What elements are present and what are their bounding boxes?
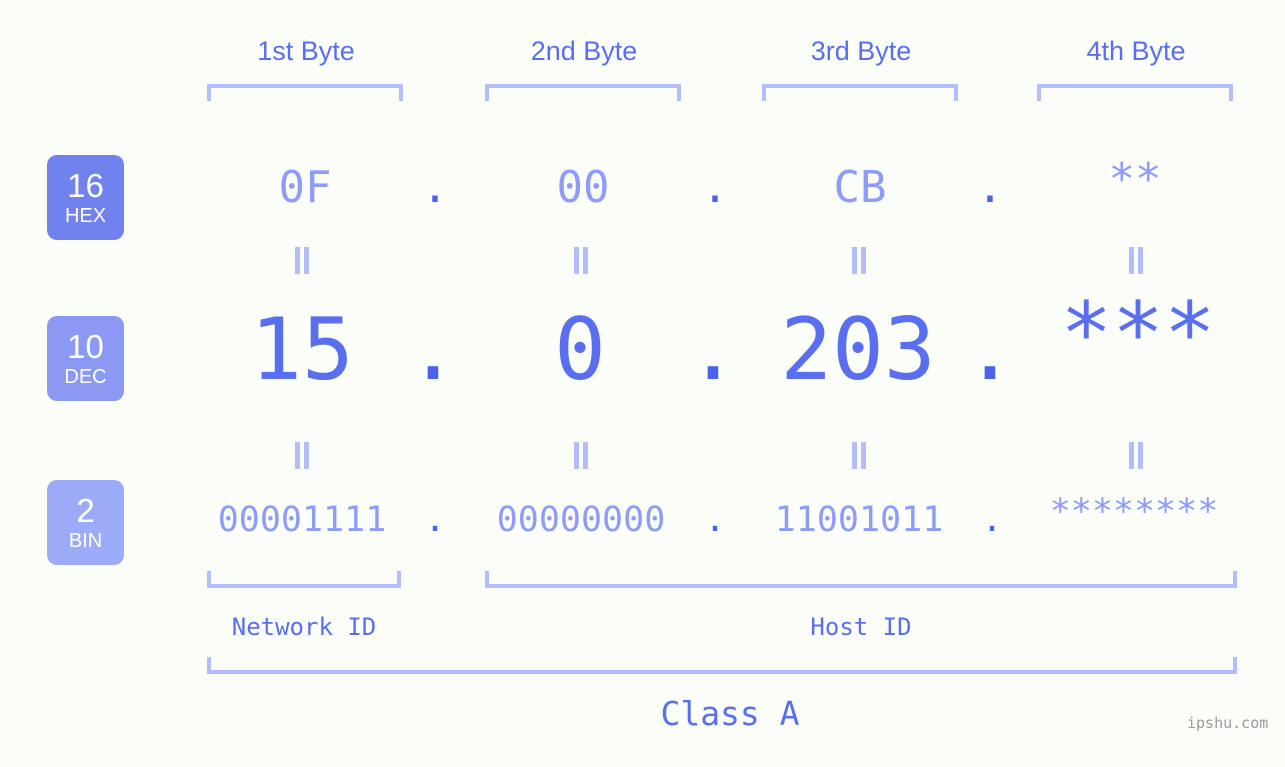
equals-connector-hex-dec-2 — [573, 247, 589, 274]
byte-bracket-3 — [762, 84, 958, 101]
base-badge-bin-number: 2 — [76, 492, 95, 529]
base-badge-dec-number: 10 — [67, 328, 104, 365]
base-badge-hex-label: HEX — [64, 205, 107, 227]
base-badge-bin: 2 BIN — [47, 480, 124, 565]
equals-connector-dec-bin-3 — [851, 442, 867, 469]
dec-separator-3: . — [964, 300, 1016, 400]
dec-byte-2: 0 — [554, 300, 606, 400]
watermark: ipshu.com — [1187, 714, 1269, 732]
hex-separator-2: . — [701, 162, 729, 213]
bin-byte-4: ******** — [1049, 492, 1219, 532]
equals-connector-hex-dec-3 — [851, 247, 867, 274]
hex-byte-4: ** — [1108, 154, 1162, 205]
hex-separator-3: . — [976, 162, 1004, 213]
bin-separator-3: . — [981, 500, 1003, 540]
equals-connector-dec-bin-2 — [573, 442, 589, 469]
bin-byte-3: 11001011 — [774, 500, 944, 540]
dec-byte-4: *** — [1060, 284, 1216, 384]
hex-byte-2: 00 — [556, 162, 610, 213]
byte-bracket-4 — [1037, 84, 1233, 101]
bin-separator-1: . — [424, 500, 446, 540]
bin-separator-2: . — [704, 500, 726, 540]
class-caption: Class A — [660, 694, 800, 733]
base-badge-hex: 16 HEX — [47, 155, 124, 240]
equals-connector-hex-dec-4 — [1128, 247, 1144, 274]
hex-byte-3: CB — [833, 162, 887, 213]
host-id-bracket — [485, 571, 1237, 588]
network-id-bracket — [207, 571, 401, 588]
dec-separator-1: . — [407, 300, 459, 400]
base-badge-dec: 10 DEC — [47, 316, 124, 401]
byte-bracket-1 — [207, 84, 403, 101]
bin-byte-1: 00001111 — [217, 500, 387, 540]
byte-header-4: 4th Byte — [1086, 36, 1186, 66]
byte-header-3: 3rd Byte — [810, 36, 912, 66]
base-badge-dec-label: DEC — [64, 366, 107, 388]
equals-connector-dec-bin-1 — [294, 442, 310, 469]
hex-byte-1: 0F — [278, 162, 332, 213]
byte-bracket-2 — [485, 84, 681, 101]
hex-separator-1: . — [421, 162, 449, 213]
base-badge-hex-number: 16 — [67, 167, 104, 204]
ip-breakdown-diagram: 1st Byte 2nd Byte 3rd Byte 4th Byte 16 H… — [0, 0, 1285, 767]
network-id-caption: Network ID — [231, 613, 377, 641]
dec-byte-3: 203 — [780, 300, 936, 400]
host-id-caption: Host ID — [810, 613, 912, 641]
bin-byte-2: 00000000 — [496, 500, 666, 540]
class-bracket — [207, 657, 1237, 674]
dec-separator-2: . — [687, 300, 739, 400]
byte-header-2: 2nd Byte — [530, 36, 638, 66]
equals-connector-hex-dec-1 — [294, 247, 310, 274]
dec-byte-1: 15 — [250, 300, 354, 400]
byte-header-1: 1st Byte — [257, 36, 355, 66]
equals-connector-dec-bin-4 — [1128, 442, 1144, 469]
base-badge-bin-label: BIN — [68, 530, 103, 552]
